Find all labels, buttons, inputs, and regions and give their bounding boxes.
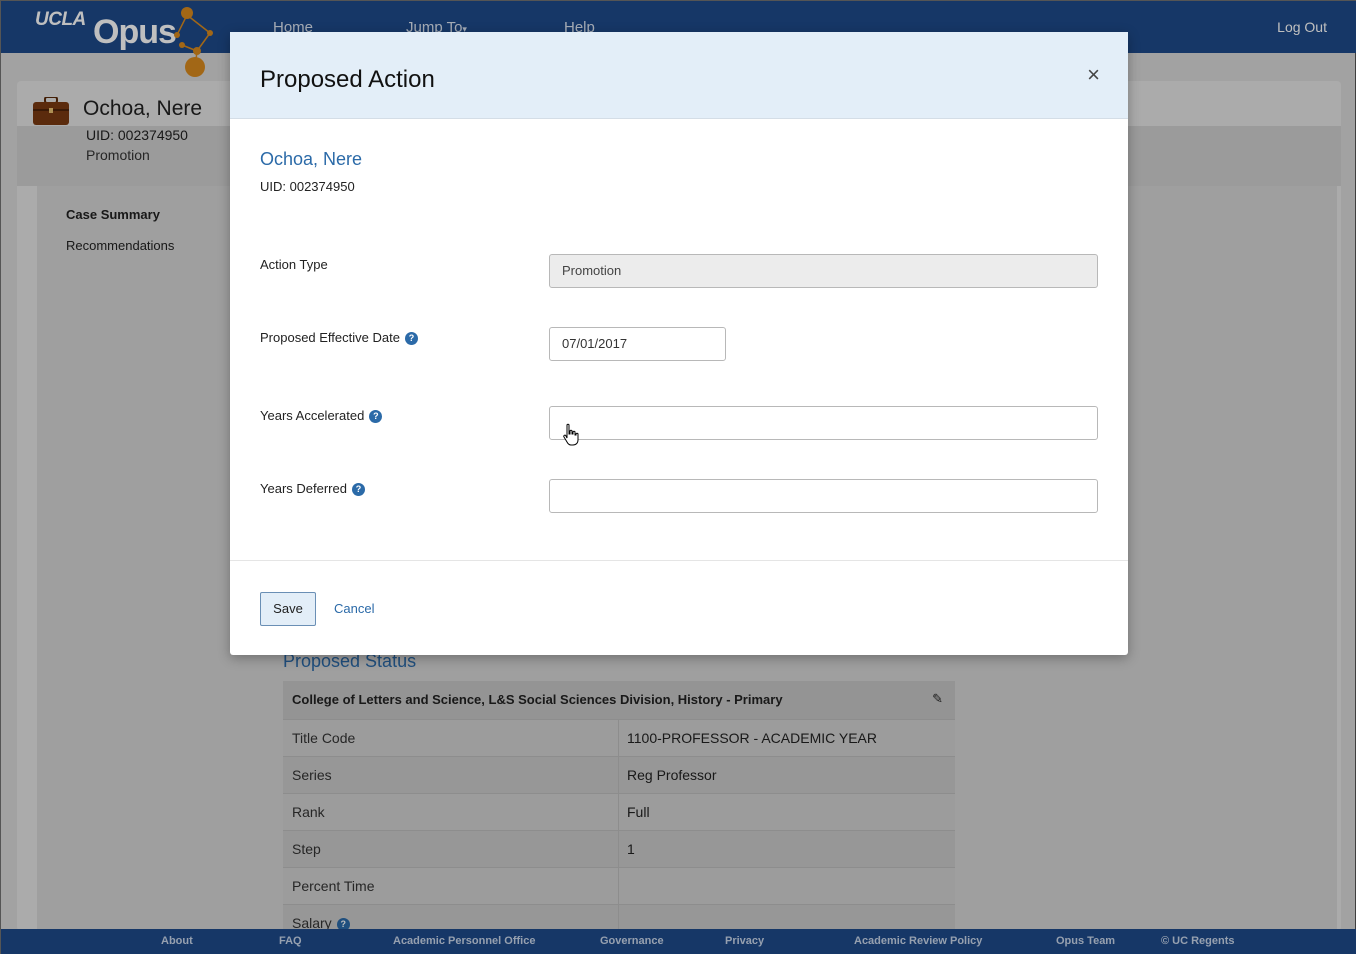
years-deferred-label: Years Deferred? [260,481,365,497]
modal-title: Proposed Action [260,66,435,93]
years-deferred-input[interactable] [549,479,1098,513]
years-accelerated-label-text: Years Accelerated [260,408,365,423]
effective-date-label-text: Proposed Effective Date [260,330,400,345]
modal-employee-name[interactable]: Ochoa, Nere [260,149,362,170]
action-type-label: Action Type [260,257,328,272]
action-type-field: Promotion [549,254,1098,288]
help-icon[interactable]: ? [404,332,418,346]
hand-cursor-icon [563,423,579,446]
effective-date-input[interactable]: 07/01/2017 [549,327,726,361]
years-deferred-label-text: Years Deferred [260,481,347,496]
help-icon[interactable]: ? [369,410,383,424]
years-accelerated-input[interactable] [549,406,1098,440]
modal-header: Proposed Action × [230,32,1128,119]
modal-employee-uid: UID: 002374950 [260,179,355,194]
help-icon[interactable]: ? [351,483,365,497]
save-button[interactable]: Save [260,592,316,626]
modal-footer: Save Cancel [230,560,1128,655]
proposed-action-modal: Proposed Action × Ochoa, Nere UID: 00237… [230,32,1128,655]
effective-date-label: Proposed Effective Date? [260,330,418,346]
cancel-button[interactable]: Cancel [334,601,374,616]
close-icon[interactable]: × [1087,62,1100,88]
years-accelerated-label: Years Accelerated? [260,408,383,424]
